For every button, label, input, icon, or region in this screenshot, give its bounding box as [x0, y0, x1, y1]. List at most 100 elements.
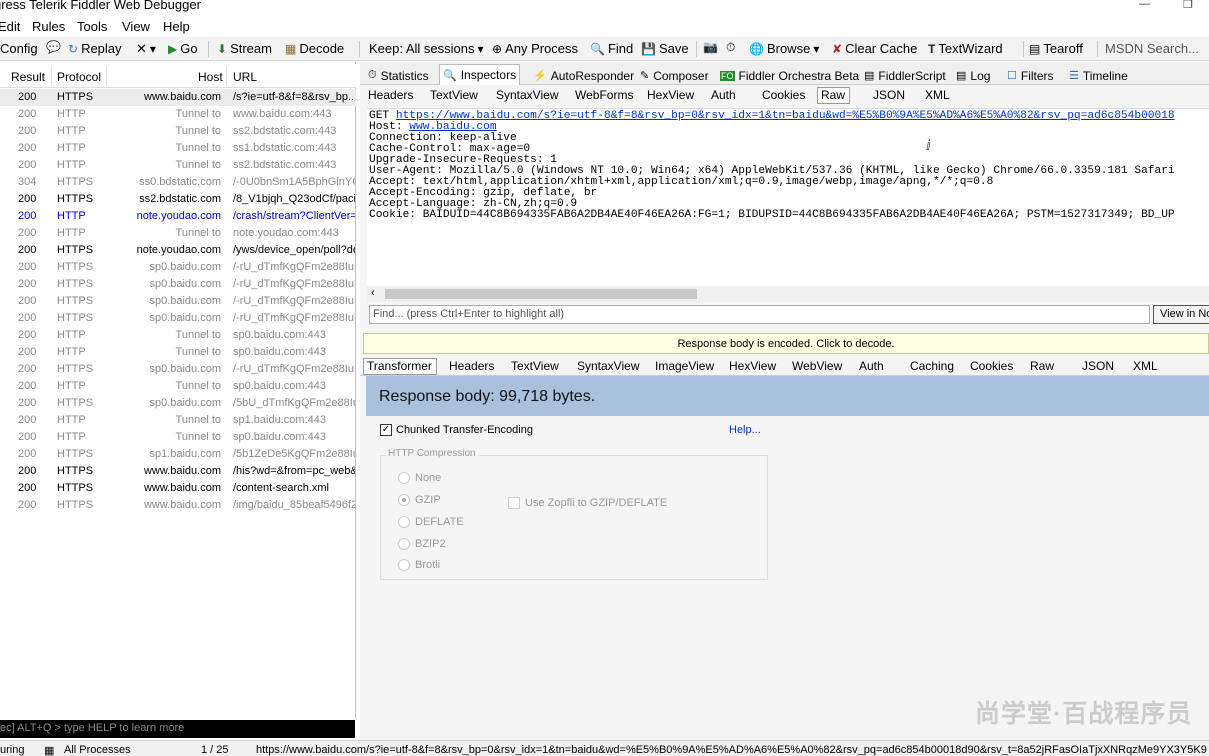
help-link[interactable]: Help... — [729, 424, 761, 436]
request-raw-text[interactable]: GET https://www.baidu.com/s?ie=utf-8&f=8… — [367, 108, 1209, 302]
table-row[interactable]: 200 HTTP Tunnel to ss2.bdstatic.com:443 — [0, 157, 356, 174]
tab-composer[interactable]: ✎ Composer — [637, 66, 712, 85]
scroll-thumb[interactable] — [385, 289, 697, 299]
stream-button[interactable]: ⬇ Stream — [217, 41, 272, 56]
table-row[interactable]: 200 HTTP Tunnel to sp0.baidu.com:443 — [0, 344, 356, 361]
req-tab-webforms[interactable]: WebForms — [575, 88, 633, 102]
req-tab-auth[interactable]: Auth — [711, 88, 736, 102]
textwizard-button[interactable]: T TextWizard — [928, 41, 1003, 56]
menu-rules[interactable]: Rules — [32, 19, 65, 34]
tab-orchestra[interactable]: FO Fiddler Orchestra Beta — [717, 66, 862, 85]
column-host[interactable]: Host — [198, 70, 223, 84]
view-in-notepad-button[interactable]: View in No — [1153, 305, 1209, 324]
column-result[interactable]: Result — [11, 70, 45, 84]
menu-view[interactable]: View — [122, 19, 150, 34]
table-row[interactable]: 200 HTTPS ss2.bdstatic.com/8_V1bjqh_Q23odC… — [0, 191, 356, 208]
column-protocol[interactable]: Protocol — [57, 70, 101, 84]
raw-horizontal-scrollbar[interactable]: ‹ — [367, 286, 1209, 302]
any-process-button[interactable]: ⊕ Any Process — [492, 41, 578, 56]
decode-button[interactable]: ▦ Decode — [285, 41, 344, 56]
req-tab-raw[interactable]: Raw — [817, 87, 851, 104]
save-button[interactable]: 💾 Save — [641, 41, 689, 56]
minimize-icon[interactable]: — — [1139, 0, 1150, 10]
radio-bzip2[interactable]: BZIP2 — [398, 538, 446, 550]
tab-log[interactable]: ▤ Log — [953, 66, 993, 85]
checkbox-checked-icon[interactable]: ✓ — [380, 424, 392, 436]
tearoff-button[interactable]: ▤ Tearoff — [1029, 41, 1083, 56]
table-row[interactable]: 200 HTTPS sp1.baidu.com/5b1ZeDe5KgQFm2e88I… — [0, 446, 356, 463]
table-row[interactable]: 200 HTTP note.youdao.com/crash/stream?Clie… — [0, 208, 356, 225]
quickexec-bar[interactable]: ec] ALT+Q > type HELP to learn more — [0, 720, 355, 738]
resp-tab-webview[interactable]: WebView — [792, 359, 842, 373]
chunked-encoding-checkbox[interactable]: ✓ Chunked Transfer-Encoding — [380, 424, 533, 436]
table-row[interactable]: 200 HTTP Tunnel to ss2.bdstatic.com:443 — [0, 123, 356, 140]
table-row[interactable]: 200 HTTPS www.baidu.com/his?wd=&from=pc_we… — [0, 463, 356, 480]
table-row[interactable]: 200 HTTPS sp0.baidu.com /-rU_dTmfKgQFm2e88I… — [0, 259, 356, 276]
msdn-search-input[interactable]: MSDN Search... — [1105, 41, 1199, 56]
table-row[interactable]: 200 HTTPS sp0.baidu.com /-rU_dTmfKgQFm2e88I… — [0, 293, 356, 310]
radio-none[interactable]: None — [398, 472, 441, 484]
browse-button[interactable]: 🌐 Browse ▾ — [749, 41, 819, 56]
table-row[interactable]: 200 HTTP Tunnel to www.baidu.com:443 — [0, 106, 356, 123]
tab-filters[interactable]: ☐ Filters — [1004, 66, 1057, 85]
resp-tab-raw[interactable]: Raw — [1030, 359, 1054, 373]
comment-button[interactable]: 💬 — [46, 41, 61, 53]
req-tab-xml[interactable]: XML — [925, 88, 950, 102]
table-row[interactable]: 200 HTTP Tunnel to note.youdao.com:443 — [0, 225, 356, 242]
radio-brotli[interactable]: Brotli — [398, 559, 440, 571]
table-row[interactable]: 200 HTTP Tunnel to sp1.baidu.com:443 — [0, 412, 356, 429]
tab-inspectors[interactable]: 🔍 Inspectors — [439, 64, 521, 85]
resp-tab-caching[interactable]: Caching — [910, 359, 954, 373]
remove-button[interactable]: ✕ ▾ — [136, 41, 156, 57]
column-url[interactable]: URL — [233, 70, 257, 84]
resp-tab-imageview[interactable]: ImageView — [655, 359, 714, 373]
table-row[interactable]: 200 HTTPS www.baidu.com/img/baidu_85beaf54… — [0, 497, 356, 514]
resp-tab-json[interactable]: JSON — [1082, 359, 1114, 373]
resp-tab-syntaxview[interactable]: SyntaxView — [577, 359, 639, 373]
menu-edit[interactable]: Edit — [0, 19, 20, 34]
zopfli-checkbox[interactable]: Use Zopfli to GZIP/DEFLATE — [508, 497, 667, 509]
capturing-status[interactable]: uring — [0, 744, 24, 756]
req-tab-headers[interactable]: Headers — [368, 88, 413, 102]
menu-help[interactable]: Help — [163, 19, 190, 34]
resp-tab-hexview[interactable]: HexView — [729, 359, 776, 373]
menu-tools[interactable]: Tools — [77, 19, 107, 34]
resp-tab-xml[interactable]: XML — [1133, 359, 1158, 373]
timer-button[interactable]: ⏱ — [726, 41, 735, 53]
table-row[interactable]: 200 HTTPS note.youdao.com/yws/device_open/… — [0, 242, 356, 259]
clear-cache-button[interactable]: ✘ Clear Cache — [832, 41, 917, 56]
config-button[interactable]: Config — [0, 41, 38, 56]
find-button[interactable]: 🔍 Find — [590, 41, 633, 56]
resp-tab-transformer[interactable]: Transformer — [363, 358, 437, 375]
table-row[interactable]: 200 HTTPS sp0.baidu.com /-rU_dTmfKgQFm2e88I… — [0, 361, 356, 378]
resp-tab-headers[interactable]: Headers — [449, 359, 494, 373]
maximize-icon[interactable]: ❐ — [1183, 0, 1193, 11]
radio-gzip[interactable]: GZIP — [398, 494, 441, 506]
tab-timeline[interactable]: ☰ Timeline — [1066, 66, 1131, 85]
table-row[interactable]: 200 HTTPS www.baidu.com/s?ie=utf-8&f=8&rsv… — [0, 89, 356, 106]
req-tab-json[interactable]: JSON — [873, 88, 905, 102]
table-row[interactable]: 200 HTTP Tunnel to sp0.baidu.com:443 — [0, 429, 356, 446]
req-tab-syntaxview[interactable]: SyntaxView — [496, 88, 558, 102]
table-row[interactable]: 200 HTTPS sp0.baidu.com /-rU_dTmfKgQFm2e88I… — [0, 276, 356, 293]
keep-sessions-dropdown[interactable]: Keep: All sessions ▾ — [369, 41, 484, 56]
table-row[interactable]: 304 HTTPS ss0.bdstatic.com /-0U0bnSm1A5BphG… — [0, 174, 356, 191]
radio-deflate[interactable]: DEFLATE — [398, 516, 464, 528]
resp-tab-cookies[interactable]: Cookies — [970, 359, 1013, 373]
table-row[interactable]: 200 HTTP Tunnel to sp0.baidu.com:443 — [0, 378, 356, 395]
raw-url-link[interactable]: https://www.baidu.com/s?ie=utf-8&f=8&rsv… — [396, 110, 1175, 122]
screenshot-button[interactable]: 📷 — [703, 41, 718, 53]
process-filter[interactable]: All Processes — [64, 744, 131, 756]
find-input[interactable]: Find... (press Ctrl+Enter to highlight a… — [369, 305, 1150, 324]
resp-tab-auth[interactable]: Auth — [859, 359, 884, 373]
req-tab-hexview[interactable]: HexView — [647, 88, 694, 102]
scroll-left-icon[interactable]: ‹ — [371, 287, 375, 299]
resp-tab-textview[interactable]: TextView — [511, 359, 559, 373]
req-tab-cookies[interactable]: Cookies — [762, 88, 805, 102]
table-row[interactable]: 200 HTTPS sp0.baidu.com /-rU_dTmfKgQFm2e88I… — [0, 310, 356, 327]
decode-notice-bar[interactable]: Response body is encoded. Click to decod… — [363, 333, 1209, 354]
table-row[interactable]: 200 HTTPS www.baidu.com/content-search.xml — [0, 480, 356, 497]
tab-statistics[interactable]: ⏱ Statistics — [365, 66, 432, 85]
table-row[interactable]: 200 HTTPS sp0.baidu.com/5bU_dTmfKgQFm2e88I… — [0, 395, 356, 412]
tab-fiddlerscript[interactable]: ▤ FiddlerScript — [861, 66, 949, 85]
